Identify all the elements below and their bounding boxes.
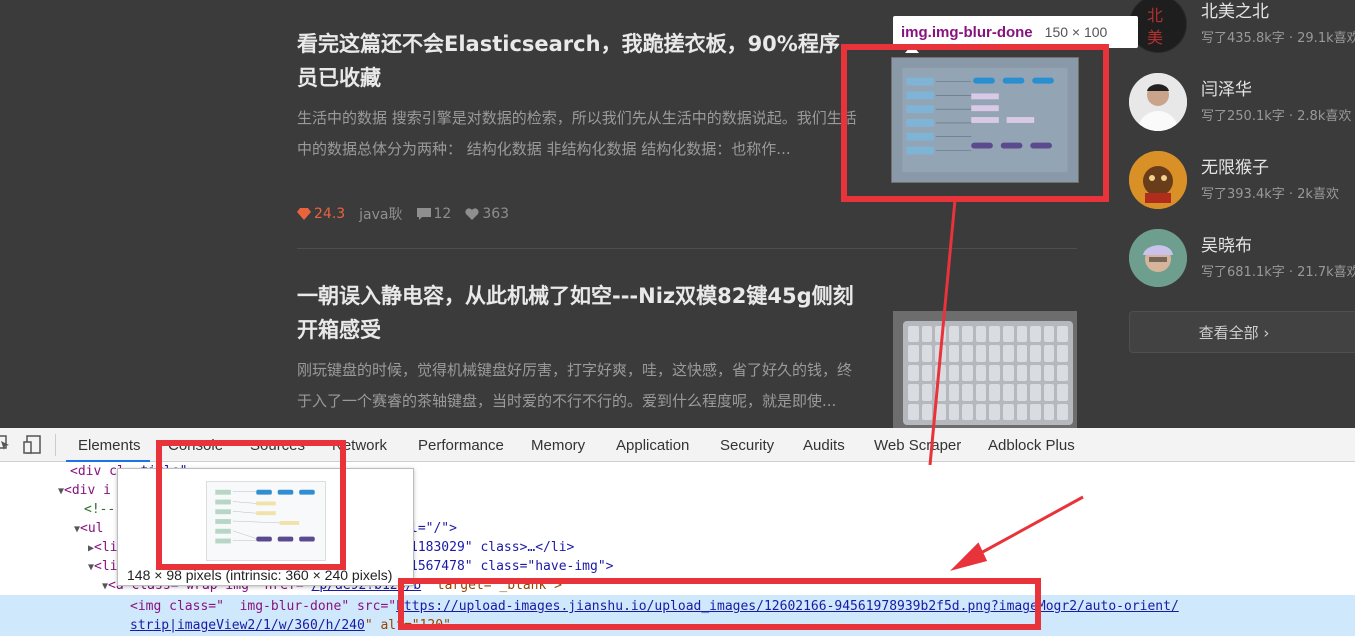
- article-author[interactable]: java耿: [359, 204, 402, 224]
- article-thumbnail-keyboard[interactable]: [893, 311, 1077, 428]
- annotation-box-thumbnail: [841, 44, 1109, 202]
- article-item-1[interactable]: 看完这篇还不会Elasticsearch，我跪搓衣板，90%程序员已收藏 生活中…: [297, 27, 857, 224]
- tab-security[interactable]: Security: [720, 437, 774, 454]
- hot-score: 24.3: [297, 206, 345, 222]
- tab-web-scraper[interactable]: Web Scraper: [874, 437, 961, 454]
- article-abstract: 刚玩键盘的时候，觉得机械键盘好厉害，打字好爽，哇，这快感，省了好久的钱，终于入了…: [297, 361, 853, 410]
- author-item[interactable]: 闫泽华 写了250.1k字 · 2.8k喜欢: [1129, 73, 1355, 131]
- tab-adblock-plus[interactable]: Adblock Plus: [988, 437, 1075, 454]
- article-title[interactable]: 看完这篇还不会Elasticsearch，我跪搓衣板，90%程序员已收藏: [297, 27, 857, 95]
- dom-node-line-tail: 1183029" class>…</li>: [410, 540, 575, 555]
- web-page: 看完这篇还不会Elasticsearch，我跪搓衣板，90%程序员已收藏 生活中…: [0, 0, 1355, 428]
- tab-performance[interactable]: Performance: [418, 437, 504, 454]
- author-info: 写了393.4k字 · 2k喜欢: [1201, 187, 1339, 202]
- author-name[interactable]: 闫泽华: [1201, 75, 1252, 100]
- tab-application[interactable]: Application: [616, 437, 689, 454]
- dom-node-line-tail: l="/">: [410, 521, 457, 536]
- author-name[interactable]: 吴晓布: [1201, 231, 1252, 256]
- author-info: 写了250.1k字 · 2.8k喜欢: [1201, 109, 1352, 124]
- annotation-box-preview: [156, 440, 346, 570]
- see-all-button[interactable]: 查看全部 ›: [1129, 311, 1355, 353]
- author-info: 写了681.1k字 · 21.7k喜欢: [1201, 265, 1355, 280]
- article-title[interactable]: 一朝误入静电容，从此机械了如空---Niz双模82键45g侧刻开箱感受: [297, 279, 857, 347]
- inspect-element-icon[interactable]: [0, 434, 10, 458]
- dom-node-line[interactable]: ▼<div i: [58, 481, 111, 500]
- author-item[interactable]: 无限猴子 写了393.4k字 · 2k喜欢: [1129, 151, 1355, 209]
- device-toggle-icon[interactable]: [23, 434, 43, 460]
- dom-node-line[interactable]: ▼<ul: [74, 519, 104, 538]
- author-name[interactable]: 北美之北: [1201, 0, 1269, 22]
- article-divider: [297, 248, 1077, 249]
- tab-elements[interactable]: Elements: [78, 437, 141, 454]
- heart-icon: [465, 208, 479, 220]
- svg-text:北: 北: [1147, 6, 1163, 25]
- avatar[interactable]: [1129, 229, 1187, 287]
- author-item[interactable]: 吴晓布 写了681.1k字 · 21.7k喜欢: [1129, 229, 1355, 287]
- comment-icon: [416, 208, 431, 220]
- dom-node-line-tail: 1567478" class="have-img">: [410, 559, 614, 574]
- like-count: 363: [465, 206, 509, 222]
- avatar[interactable]: [1129, 151, 1187, 209]
- article-abstract: 生活中的数据 搜索引擎是对数据的检索，所以我们先从生活中的数据说起。我们生活中的…: [297, 109, 857, 158]
- avatar[interactable]: [1129, 73, 1187, 131]
- tab-separator: [55, 434, 56, 456]
- tooltip-selector: img.img-blur-done: [901, 23, 1033, 41]
- comment-count[interactable]: 12: [416, 206, 452, 222]
- author-info: 写了435.8k字 · 29.1k喜欢: [1201, 31, 1355, 46]
- dom-node-line[interactable]: ▼<li: [88, 557, 118, 576]
- svg-text:美: 美: [1147, 28, 1163, 47]
- tab-audits[interactable]: Audits: [803, 437, 845, 454]
- dom-comment-line[interactable]: <!--: [84, 500, 115, 519]
- hot-value: 24.3: [314, 206, 346, 222]
- article-item-2[interactable]: 一朝误入静电容，从此机械了如空---Niz双模82键45g侧刻开箱感受 刚玩键盘…: [297, 279, 857, 417]
- article-meta: 24.3 java耿 12 363: [297, 204, 857, 224]
- comment-value: 12: [433, 206, 452, 222]
- annotation-box-src: [398, 578, 1041, 630]
- diamond-icon: [297, 208, 311, 220]
- tooltip-size: 150 × 100: [1044, 24, 1108, 40]
- dom-node-line[interactable]: ▶<li: [88, 538, 118, 557]
- tab-memory[interactable]: Memory: [531, 437, 585, 454]
- author-item[interactable]: 北美 北美之北 写了435.8k字 · 29.1k喜欢: [1129, 0, 1355, 53]
- keyboard-image: [903, 321, 1073, 425]
- author-name[interactable]: 无限猴子: [1201, 153, 1269, 178]
- img-src-link-cont[interactable]: strip|imageView2/1/w/360/h/240: [130, 618, 365, 633]
- like-value: 363: [482, 206, 510, 222]
